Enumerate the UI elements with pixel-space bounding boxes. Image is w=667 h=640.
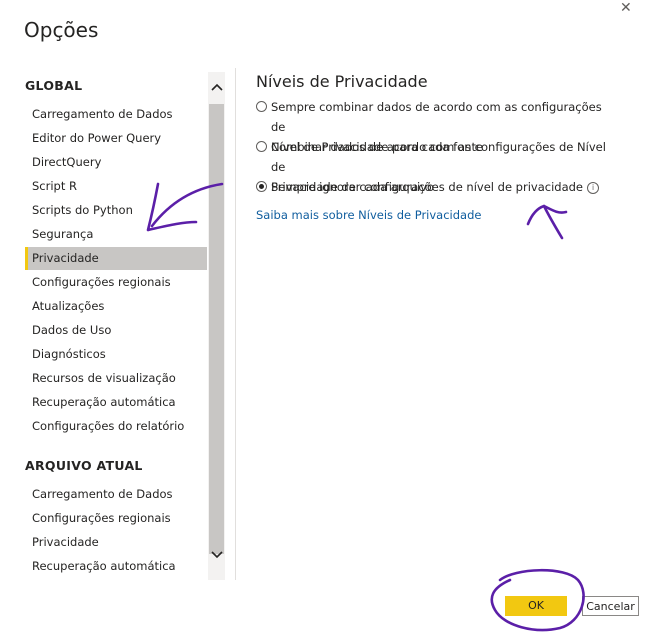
sidebar-item-recuperacao-automatica[interactable]: Recuperação automática [25,391,207,414]
chevron-down-icon[interactable] [208,550,225,568]
cancel-button[interactable]: Cancelar [582,596,639,616]
panel-divider [235,68,236,580]
info-icon[interactable]: i [587,181,599,194]
sidebar-item-diagnosticos[interactable]: Diagnósticos [25,343,207,366]
annotation-arrow-up [526,204,568,240]
options-sidebar: GLOBAL Carregamento de Dados Editor do P… [24,68,224,580]
sidebar-item-carregamento-de-dados[interactable]: Carregamento de Dados [25,103,207,126]
panel-title: Níveis de Privacidade [256,72,428,91]
sidebar-item-file-configuracoes-regionais[interactable]: Configurações regionais [25,507,207,530]
radio-label-line1: Combinar dados de acordo com as configur… [271,140,606,174]
sidebar-item-file-privacidade[interactable]: Privacidade [25,531,207,554]
sidebar-item-directquery[interactable]: DirectQuery [25,151,207,174]
sidebar-scrollbar[interactable] [208,72,225,580]
sidebar-item-atualizacoes[interactable]: Atualizações [25,295,207,318]
chevron-up-icon[interactable] [208,82,225,100]
scrollbar-thumb[interactable] [209,104,224,554]
sidebar-item-configuracoes-regionais[interactable]: Configurações regionais [25,271,207,294]
dialog-title: Opções [24,18,99,42]
radio-label-line1: Sempre ignorar configurações de nível de… [271,180,583,194]
sidebar-item-recursos-visualizacao[interactable]: Recursos de visualização [25,367,207,390]
sidebar-item-privacidade[interactable]: Privacidade [25,247,207,270]
radio-button[interactable] [256,141,267,152]
radio-button-selected[interactable] [256,181,267,192]
radio-button[interactable] [256,101,267,112]
learn-more-link[interactable]: Saiba mais sobre Níveis de Privacidade [256,208,481,222]
sidebar-item-seguranca[interactable]: Segurança [25,223,207,246]
close-icon[interactable]: ✕ [620,0,632,16]
sidebar-item-file-carregamento-de-dados[interactable]: Carregamento de Dados [25,483,207,506]
sidebar-item-script-r[interactable]: Script R [25,175,207,198]
radio-label: Sempre ignorar configurações de nível de… [271,177,611,197]
radio-label-line1: Sempre combinar dados de acordo com as c… [271,100,602,134]
sidebar-item-configuracoes-relatorio[interactable]: Configurações do relatório [25,415,207,438]
sidebar-item-dados-de-uso[interactable]: Dados de Uso [25,319,207,342]
ok-button[interactable]: OK [505,596,567,616]
sidebar-item-scripts-python[interactable]: Scripts do Python [25,199,207,222]
section-header-arquivo-atual: ARQUIVO ATUAL [25,458,143,473]
section-header-global: GLOBAL [25,78,83,93]
sidebar-item-file-recuperacao-automatica[interactable]: Recuperação automática [25,555,207,578]
sidebar-item-editor-power-query[interactable]: Editor do Power Query [25,127,207,150]
